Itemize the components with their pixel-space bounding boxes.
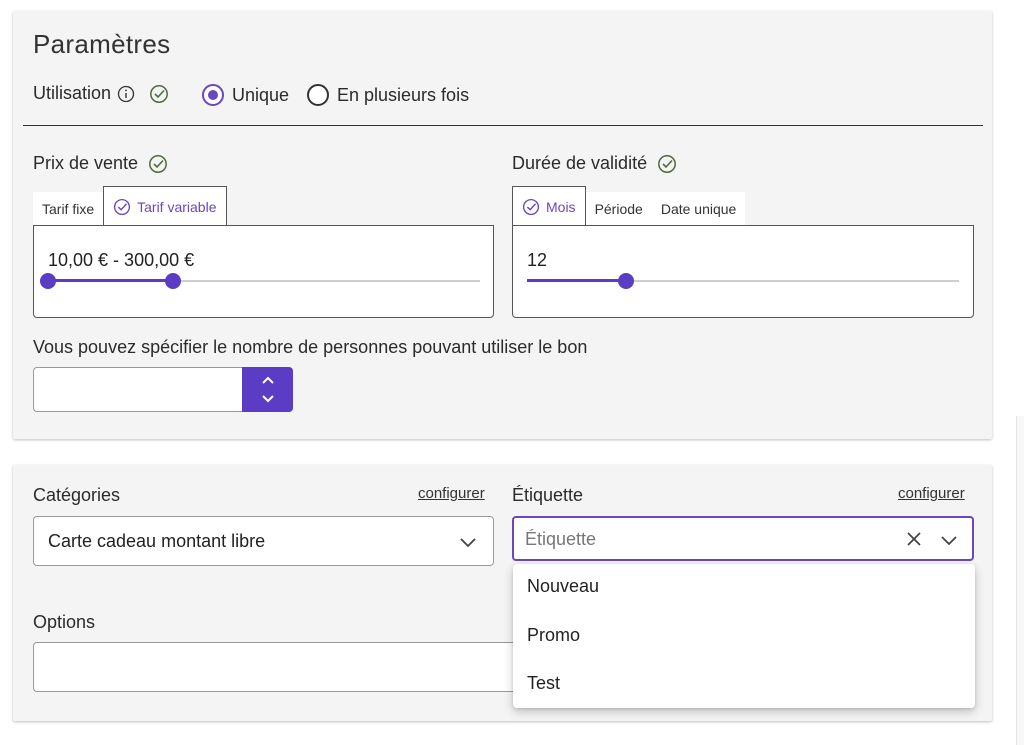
info-icon[interactable]	[117, 85, 135, 103]
price-slider-thumb-low[interactable]	[40, 273, 56, 289]
check-icon	[148, 154, 168, 174]
validity-slider-fill	[527, 279, 627, 282]
divider	[23, 125, 983, 126]
tag-configure-link[interactable]: configurer	[898, 485, 965, 502]
categories-configure-link[interactable]: configurer	[418, 485, 485, 502]
check-icon	[657, 154, 677, 174]
chevron-down-icon[interactable]	[940, 533, 958, 551]
tab-tarif-fixe[interactable]: Tarif fixe	[33, 192, 104, 226]
validity-value: 12	[527, 250, 548, 270]
usage-row: Utilisation	[33, 83, 169, 104]
tab-label: Tarif fixe	[42, 200, 95, 217]
persons-input[interactable]	[33, 367, 243, 412]
dropdown-option-nouveau[interactable]: Nouveau	[527, 576, 599, 597]
clear-icon[interactable]	[906, 531, 922, 552]
validity-panel: 12	[512, 225, 974, 318]
check-icon	[149, 84, 169, 104]
settings-card: Paramètres Utilisation Unique En plusieu…	[13, 11, 992, 439]
radio-multiple[interactable]: En plusieurs fois	[307, 84, 469, 106]
price-range-value: 10,00 € - 300,00 €	[48, 250, 195, 270]
chevron-down-icon[interactable]	[242, 392, 293, 406]
page-title: Paramètres	[33, 29, 171, 59]
radio-unique[interactable]: Unique	[202, 84, 289, 106]
dropdown-option-test[interactable]: Test	[527, 673, 560, 694]
dropdown-option-promo[interactable]: Promo	[527, 625, 580, 646]
options-label: Options	[33, 612, 96, 632]
categories-label: Catégories	[33, 485, 121, 505]
validity-tabs: Mois Période Date unique	[512, 186, 746, 226]
tab-label: Mois	[546, 198, 576, 215]
price-label: Prix de vente	[33, 153, 139, 173]
categories-select[interactable]: Carte cadeau montant libre	[33, 516, 494, 566]
validity-header: Durée de validité	[512, 153, 677, 174]
chevron-up-icon[interactable]	[242, 373, 293, 387]
tab-mois[interactable]: Mois	[512, 186, 586, 226]
tag-placeholder: Étiquette	[525, 529, 597, 549]
price-header: Prix de vente	[33, 153, 168, 174]
radio-unique-label: Unique	[232, 84, 290, 105]
price-slider-thumb-high[interactable]	[165, 273, 182, 289]
tab-date-unique[interactable]: Date unique	[651, 192, 746, 226]
validity-label: Durée de validité	[512, 153, 648, 173]
tab-label: Date unique	[660, 200, 737, 217]
check-icon	[113, 198, 131, 216]
price-panel: 10,00 € - 300,00 €	[33, 225, 494, 318]
options-input[interactable]	[33, 642, 533, 692]
tag-dropdown: Nouveau Promo Test	[513, 564, 975, 708]
check-icon	[522, 198, 540, 216]
tab-label: Tarif variable	[137, 198, 217, 215]
radio-unique-circle[interactable]	[202, 84, 224, 106]
categories-selected: Carte cadeau montant libre	[48, 531, 266, 551]
tab-tarif-variable[interactable]: Tarif variable	[103, 186, 227, 226]
price-slider-fill	[48, 279, 174, 282]
tab-label: Période	[594, 200, 643, 217]
usage-label: Utilisation	[33, 83, 112, 103]
persons-stepper[interactable]	[242, 367, 293, 412]
tab-periode[interactable]: Période	[585, 192, 652, 226]
tag-label: Étiquette	[512, 485, 584, 505]
scroll-edge	[1016, 416, 1024, 745]
chevron-down-icon[interactable]	[459, 535, 477, 553]
tag-select[interactable]: Étiquette	[512, 516, 974, 561]
persons-label: Vous pouvez spécifier le nombre de perso…	[33, 337, 588, 357]
validity-slider-thumb[interactable]	[618, 273, 635, 289]
radio-multiple-label: En plusieurs fois	[337, 84, 470, 105]
radio-multiple-circle[interactable]	[307, 84, 329, 106]
price-tabs: Tarif fixe Tarif variable	[33, 186, 227, 226]
